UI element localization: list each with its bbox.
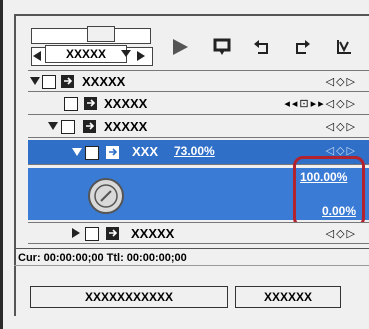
timeline-slider-thumb[interactable] [87,26,115,42]
keyframe-controls[interactable]: ◁◇▷ [326,227,357,240]
rotation-dial[interactable] [88,178,124,214]
effect-icon [84,97,97,110]
effect-icon [106,146,119,159]
redo-icon [296,40,310,54]
insert-keyframe-button[interactable] [212,37,232,57]
next-arrow-icon[interactable] [137,51,145,61]
bottom-value-field[interactable]: 0.00% [322,204,356,218]
row-label: XXXXX [104,119,148,134]
graph-icon [337,40,351,54]
enable-checkbox[interactable] [85,227,99,241]
keyframe-controls[interactable]: ◁◇▷ [326,120,357,133]
right-button[interactable]: XXXXXX [235,286,341,308]
play-button[interactable] [170,37,190,57]
row-label: XXXXX [82,74,126,89]
effect-icon [106,227,119,240]
top-value-field[interactable]: 100.00% [300,170,347,184]
undo-button[interactable] [252,37,272,57]
dropdown-caret-icon[interactable] [121,50,131,57]
effect-icon [61,75,74,88]
list-item[interactable]: XXXXX ◁◇▷ [28,116,369,138]
expand-triangle-icon[interactable] [72,148,82,156]
timecode-status: Cur: 00:00:00;00 Ttl: 00:00:00;00 [14,248,369,266]
list-item[interactable]: XXXXX ◁◇▷ [28,222,369,244]
redo-button[interactable] [292,37,312,57]
enable-checkbox[interactable] [42,75,56,89]
expand-triangle-icon[interactable] [30,77,40,85]
expand-triangle-icon[interactable] [48,122,58,130]
keyframe-controls[interactable]: ◁◇▷ [326,75,357,88]
enable-checkbox[interactable] [64,97,78,111]
graph-button[interactable] [334,37,354,57]
list-item[interactable]: XXXXX ◁◇▷ [28,70,369,92]
dial-icon [94,184,118,208]
enable-checkbox[interactable] [85,146,99,160]
keyframe-controls[interactable]: ◂◂⊡▸▸◁◇▷ [284,97,357,110]
list-item[interactable]: XXXXX ◂◂⊡▸▸◁◇▷ [28,93,369,115]
percent-value[interactable]: 73.00% [174,144,215,158]
selector-dropdown[interactable]: XXXXX [45,45,127,63]
row-label: XXXXX [131,226,175,241]
play-icon [173,39,188,55]
row-label: XXXXX [104,96,148,111]
enable-checkbox[interactable] [61,120,75,134]
effect-icon [83,120,96,133]
panel-left-border [0,0,3,329]
insert-icon [213,38,231,55]
collapse-triangle-icon[interactable] [72,228,80,238]
left-button[interactable]: XXXXXXXXXXX [30,286,228,308]
row-label: XXX [132,144,159,159]
undo-icon [254,40,268,54]
prev-arrow-icon[interactable] [33,51,41,61]
